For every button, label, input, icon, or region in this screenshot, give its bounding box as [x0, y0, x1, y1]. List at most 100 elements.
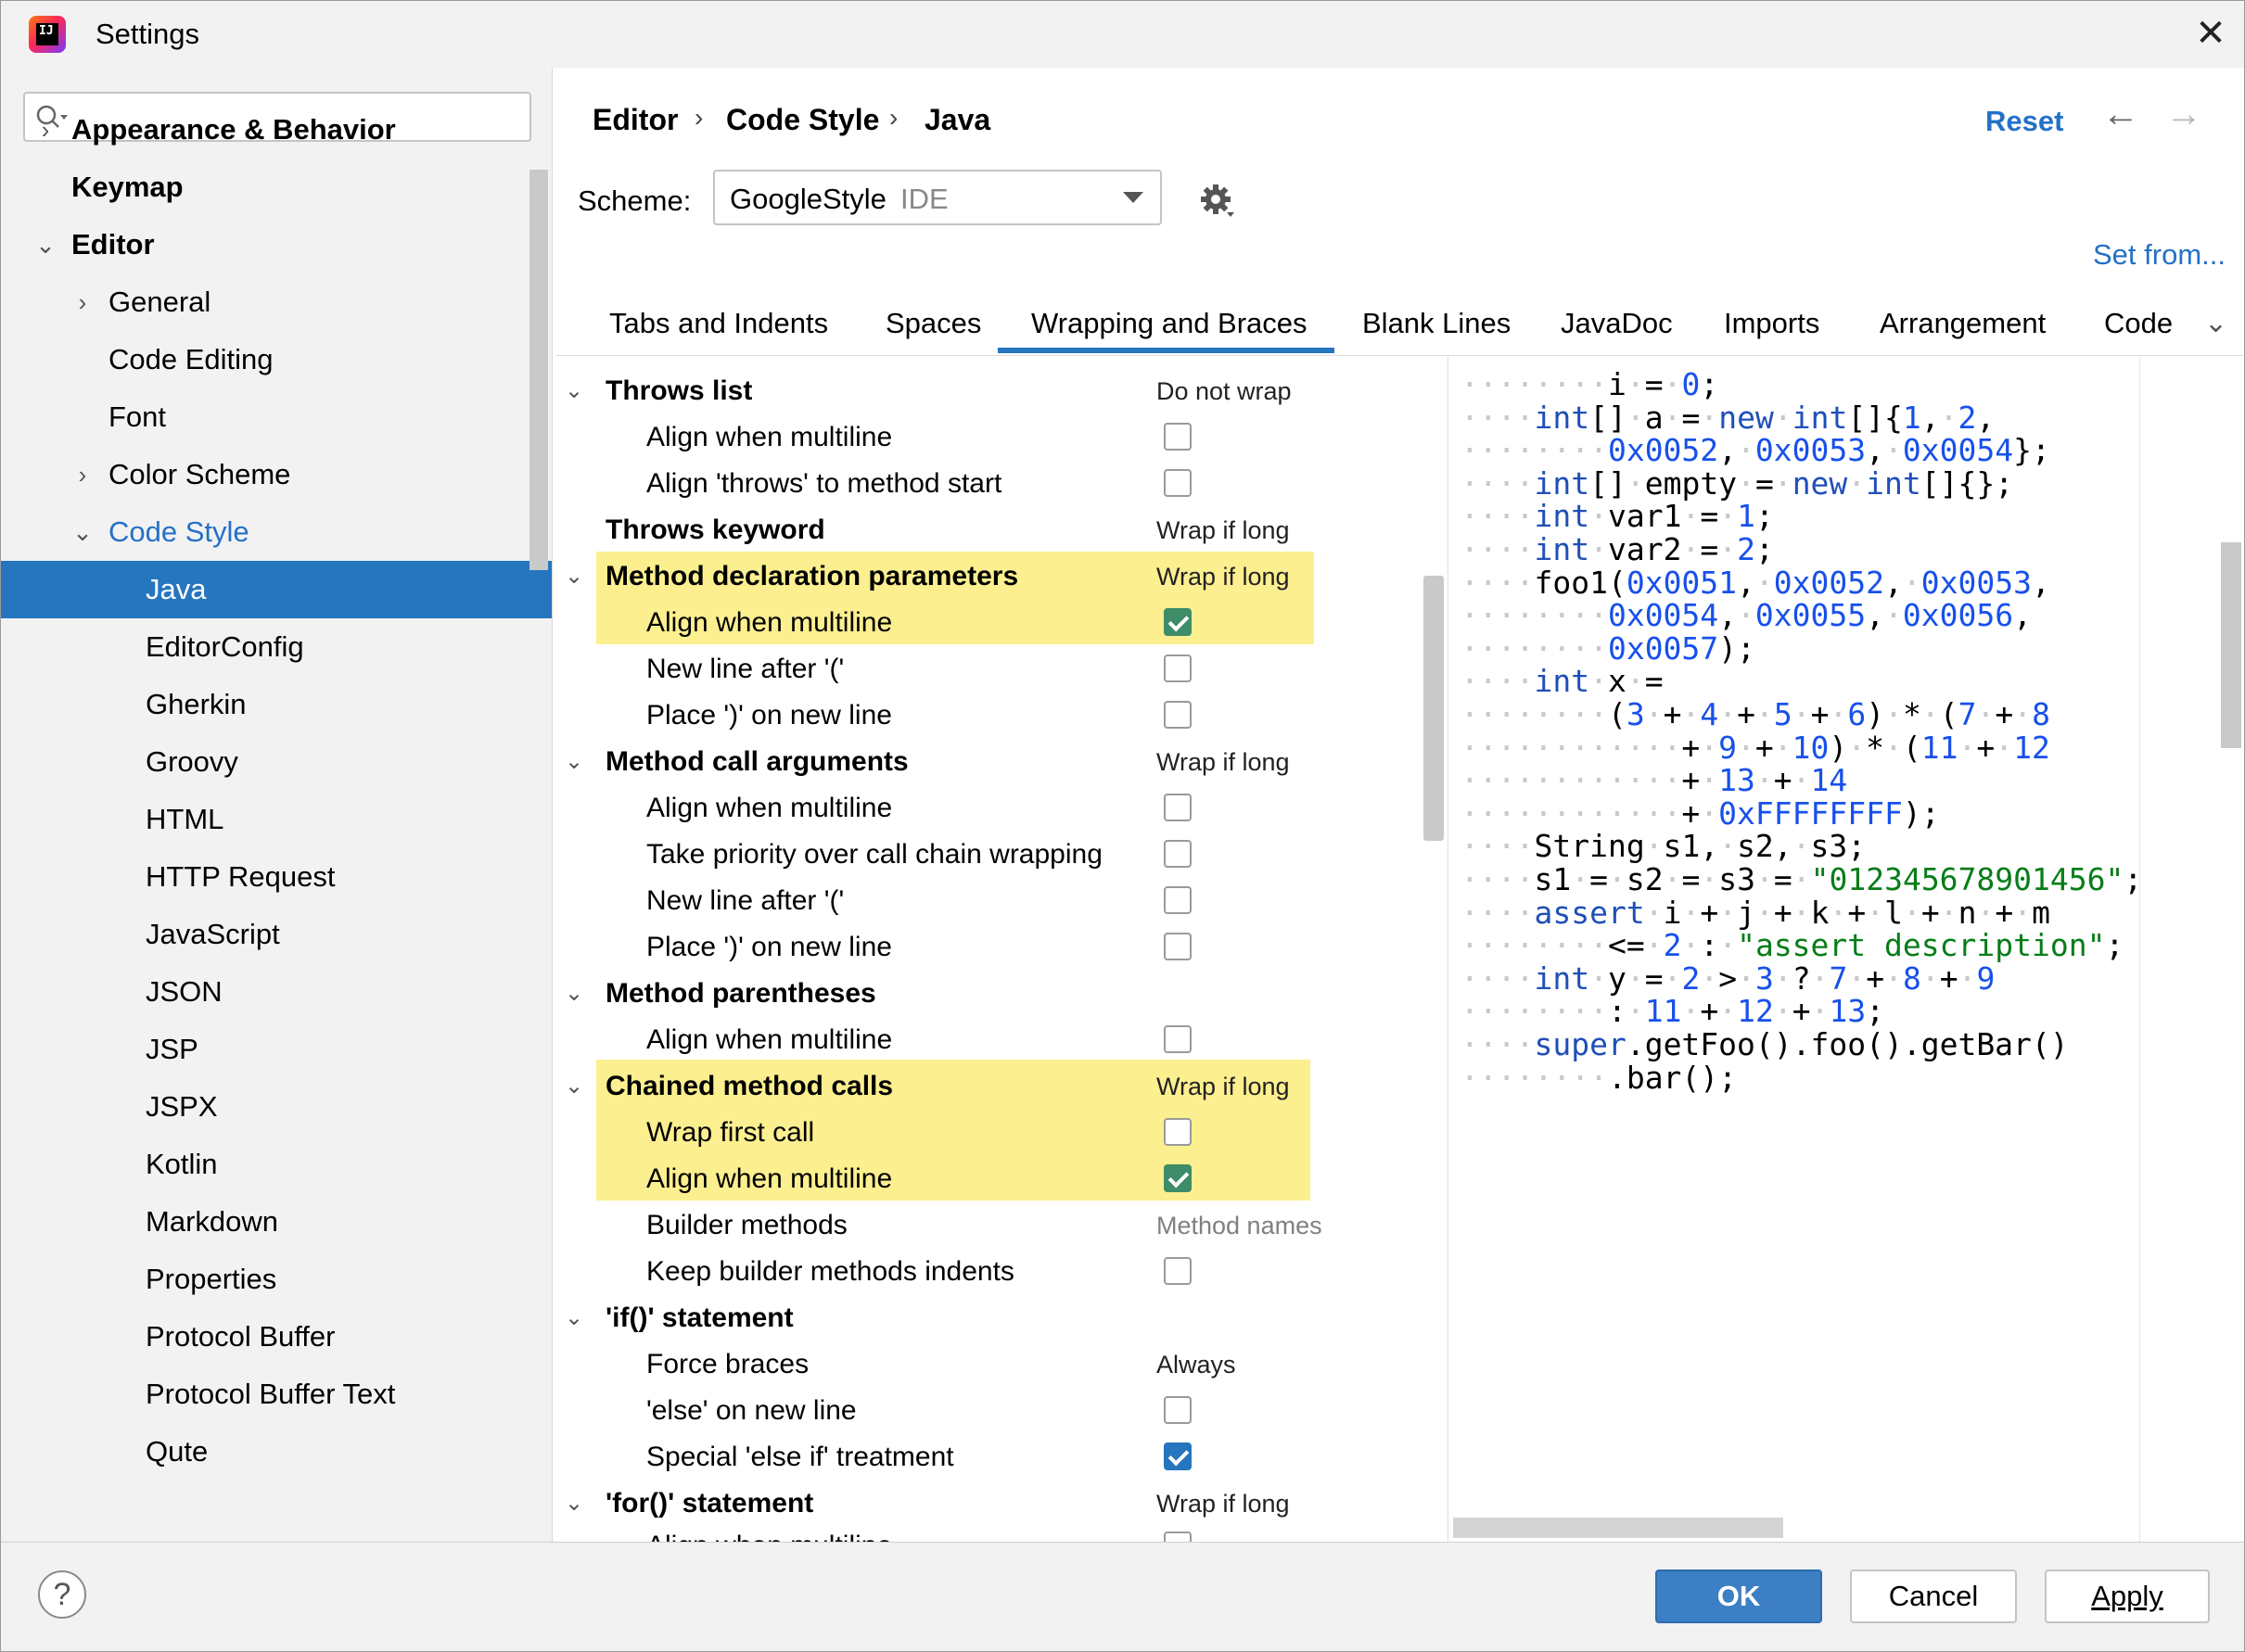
chevron-right-icon[interactable]: ›	[32, 101, 58, 159]
set-from-link[interactable]: Set from...	[2093, 238, 2226, 272]
option-group-throws-keyword[interactable]: Throws keyword Wrap if long	[555, 507, 1427, 553]
checkbox-checked[interactable]	[1164, 1164, 1192, 1192]
chevron-right-icon[interactable]: ›	[70, 273, 96, 331]
sidebar-item-markdown[interactable]: Markdown	[1, 1193, 552, 1251]
checkbox[interactable]	[1164, 1257, 1192, 1285]
sidebar: › Appearance & Behavior Keymap ⌄ Editor …	[1, 68, 553, 1542]
sidebar-item-jspx[interactable]: JSPX	[1, 1078, 552, 1136]
checkbox[interactable]	[1164, 886, 1192, 914]
back-arrow-icon[interactable]: ←	[2102, 94, 2139, 135]
sidebar-item-kotlin[interactable]: Kotlin	[1, 1136, 552, 1193]
sidebar-item-json[interactable]: JSON	[1, 963, 552, 1021]
chevron-down-icon[interactable]: ⌄	[2204, 307, 2227, 339]
checkbox[interactable]	[1164, 794, 1192, 821]
sidebar-item-properties[interactable]: Properties	[1, 1251, 552, 1308]
checkbox[interactable]	[1164, 469, 1192, 497]
tab-code[interactable]: Code	[2104, 307, 2173, 340]
sidebar-scrollbar[interactable]	[529, 170, 548, 570]
sidebar-item-editorconfig[interactable]: EditorConfig	[1, 618, 552, 676]
sidebar-item-protocol-buffer[interactable]: Protocol Buffer	[1, 1308, 552, 1366]
chevron-down-icon[interactable]: ⌄	[563, 553, 585, 600]
close-icon[interactable]: ✕	[2188, 10, 2234, 57]
sidebar-item-html[interactable]: HTML	[1, 791, 552, 848]
force-braces-select[interactable]: Always	[1156, 1341, 1236, 1388]
checkbox[interactable]	[1164, 1396, 1192, 1424]
sidebar-item-protocol-buffer-text[interactable]: Protocol Buffer Text	[1, 1366, 552, 1423]
help-icon[interactable]: ?	[38, 1570, 86, 1619]
chevron-down-icon[interactable]: ⌄	[32, 216, 58, 273]
scheme-dropdown[interactable]: GoogleStyle IDE	[713, 170, 1162, 225]
builder-methods-field[interactable]: Method names	[1156, 1202, 1322, 1249]
chevron-down-icon[interactable]: ⌄	[563, 739, 585, 785]
sidebar-item-http-request[interactable]: HTTP Request	[1, 848, 552, 906]
option-group-method-parentheses[interactable]: ⌄ Method parentheses	[555, 971, 1427, 1017]
option-group-for-statement[interactable]: ⌄ 'for()' statement Wrap if long	[555, 1480, 1427, 1527]
tab-tabs-and-indents[interactable]: Tabs and Indents	[609, 307, 828, 340]
chevron-down-icon[interactable]: ⌄	[563, 1295, 585, 1341]
gear-icon[interactable]	[1199, 183, 1236, 220]
checkbox[interactable]	[1164, 423, 1192, 451]
sidebar-item-javascript[interactable]: JavaScript	[1, 906, 552, 963]
chevron-down-icon[interactable]: ⌄	[563, 1480, 585, 1527]
sidebar-item-code-style[interactable]: ⌄ Code Style	[1, 503, 552, 561]
sidebar-item-jsp[interactable]: JSP	[1, 1021, 552, 1078]
options-scrollbar[interactable]	[1423, 576, 1444, 841]
code-scrollbar-vertical[interactable]	[2221, 542, 2241, 748]
wrap-mode-select[interactable]: Wrap if long	[1156, 1063, 1290, 1110]
tab-imports[interactable]: Imports	[1724, 307, 1819, 340]
sidebar-item-gherkin[interactable]: Gherkin	[1, 676, 552, 733]
code-scrollbar-horizontal[interactable]	[1453, 1518, 1783, 1538]
wrap-mode-select[interactable]: Do not wrap	[1156, 368, 1292, 414]
apply-button[interactable]: Apply	[2045, 1569, 2210, 1623]
checkbox-checked[interactable]	[1164, 608, 1192, 636]
checkbox-checked[interactable]	[1164, 1442, 1192, 1470]
option-group-method-call-arguments[interactable]: ⌄ Method call arguments Wrap if long	[555, 739, 1427, 785]
right-margin-guide	[2139, 357, 2140, 1542]
option-group-method-declaration-parameters[interactable]: ⌄ Method declaration parameters Wrap if …	[555, 553, 1427, 600]
chevron-down-icon[interactable]: ⌄	[70, 503, 96, 561]
checkbox[interactable]	[1164, 654, 1192, 682]
option-row: Align when multiline	[555, 1156, 1427, 1202]
wrap-mode-select[interactable]: Wrap if long	[1156, 1480, 1290, 1527]
chevron-down-icon[interactable]: ⌄	[563, 971, 585, 1017]
option-row: Place ')' on new line	[555, 693, 1427, 739]
cancel-button[interactable]: Cancel	[1850, 1569, 2017, 1623]
checkbox[interactable]	[1164, 1531, 1192, 1542]
sidebar-item-keymap[interactable]: Keymap	[1, 159, 552, 216]
scheme-value: GoogleStyle	[730, 183, 887, 215]
tab-spaces[interactable]: Spaces	[886, 307, 981, 340]
chevron-down-icon[interactable]: ⌄	[563, 368, 585, 414]
option-group-if-statement[interactable]: ⌄ 'if()' statement	[555, 1295, 1427, 1341]
sidebar-item-java[interactable]: Java	[1, 561, 552, 618]
checkbox[interactable]	[1164, 1118, 1192, 1146]
sidebar-item-editor[interactable]: ⌄ Editor	[1, 216, 552, 273]
chevron-right-icon[interactable]: ›	[70, 446, 96, 503]
sidebar-item-general[interactable]: › General	[1, 273, 552, 331]
sidebar-item-groovy[interactable]: Groovy	[1, 733, 552, 791]
reset-link[interactable]: Reset	[1985, 105, 2063, 138]
checkbox[interactable]	[1164, 840, 1192, 868]
forward-arrow-icon[interactable]: →	[2165, 94, 2202, 135]
ok-button[interactable]: OK	[1655, 1569, 1822, 1623]
tab-blank-lines[interactable]: Blank Lines	[1362, 307, 1511, 340]
checkbox[interactable]	[1164, 933, 1192, 960]
option-group-throws-list[interactable]: ⌄ Throws list Do not wrap	[555, 368, 1427, 414]
breadcrumb-code-style[interactable]: Code Style	[726, 103, 879, 137]
chevron-down-icon[interactable]: ⌄	[563, 1063, 585, 1110]
breadcrumb-editor[interactable]: Editor	[593, 103, 678, 137]
sidebar-item-appearance-behavior[interactable]: › Appearance & Behavior	[1, 101, 552, 159]
sidebar-item-code-editing[interactable]: Code Editing	[1, 331, 552, 388]
wrap-mode-select[interactable]: Wrap if long	[1156, 507, 1290, 553]
sidebar-item-font[interactable]: Font	[1, 388, 552, 446]
tab-arrangement[interactable]: Arrangement	[1880, 307, 2046, 340]
sidebar-item-qute[interactable]: Qute	[1, 1423, 552, 1480]
tab-wrapping-and-braces[interactable]: Wrapping and Braces	[1031, 307, 1307, 340]
checkbox[interactable]	[1164, 701, 1192, 729]
tab-javadoc[interactable]: JavaDoc	[1561, 307, 1673, 340]
wrap-mode-select[interactable]: Wrap if long	[1156, 553, 1290, 600]
checkbox[interactable]	[1164, 1025, 1192, 1053]
wrap-mode-select[interactable]: Wrap if long	[1156, 739, 1290, 785]
tab-bar: Tabs and Indents Spaces Wrapping and Bra…	[555, 298, 2243, 356]
option-group-chained-method-calls[interactable]: ⌄ Chained method calls Wrap if long	[555, 1063, 1427, 1110]
sidebar-item-color-scheme[interactable]: › Color Scheme	[1, 446, 552, 503]
